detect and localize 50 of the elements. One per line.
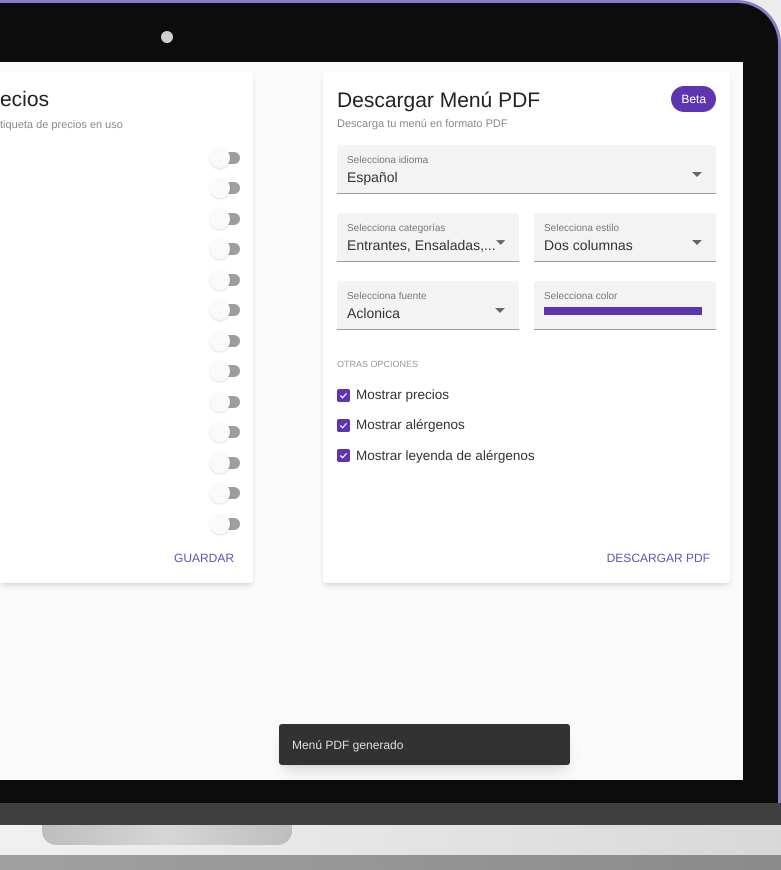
section-label: OTRAS OPCIONES <box>337 358 420 370</box>
beta-badge: Beta <box>671 86 716 112</box>
select-field[interactable]: Selecciona fuente Aclonica <box>337 280 519 330</box>
select-value: Aclonica <box>347 304 400 322</box>
checkbox-label: Mostrar precios <box>356 386 450 404</box>
select-field[interactable]: Selecciona categorías Entrantes, Ensaladas,... <box>337 212 519 262</box>
checkbox-label: Mostrar alérgenos <box>356 416 465 434</box>
toggle-switch[interactable] <box>210 422 240 442</box>
toggle-switch[interactable] <box>210 452 240 472</box>
select-value: Entrantes, Ensaladas,... <box>347 236 496 254</box>
toggle-switch[interactable] <box>210 392 240 412</box>
toggle-switch[interactable] <box>210 148 240 168</box>
card-subtitle: tiqueta de precios en uso <box>0 118 124 133</box>
field-label: Selecciona categorías <box>347 222 446 234</box>
select-value: Español <box>347 168 398 187</box>
card-subtitle: Descarga tu menú en formato PDF <box>337 117 509 132</box>
select-field[interactable]: Selecciona idioma Español <box>337 144 716 194</box>
toggle-switch[interactable] <box>210 300 240 320</box>
checkbox[interactable] <box>337 418 350 432</box>
select-value: Dos columnas <box>544 236 633 254</box>
toggle-switch[interactable] <box>210 270 240 290</box>
color-picker-field[interactable]: Selecciona color <box>534 280 716 330</box>
toggle-switch[interactable] <box>210 330 240 350</box>
snackbar-message: Menú PDF generado <box>292 736 404 754</box>
download-pdf-button[interactable]: DESCARGAR PDF <box>600 547 716 569</box>
field-label: Selecciona estilo <box>544 222 620 234</box>
dropdown-caret-icon <box>495 308 505 312</box>
dropdown-caret-icon <box>692 240 702 244</box>
toggle-switch[interactable] <box>210 178 240 198</box>
toggle-switch[interactable] <box>210 361 240 381</box>
checkbox-label: Mostrar leyenda de alérgenos <box>356 446 535 465</box>
field-label: Selecciona idioma <box>347 154 430 166</box>
dropdown-caret-icon <box>496 240 505 244</box>
toggle-switch[interactable] <box>210 514 240 534</box>
checkbox[interactable] <box>337 388 350 402</box>
checkmark-icon <box>339 451 348 460</box>
checkmark-icon <box>339 420 348 430</box>
toggle-switch[interactable] <box>210 239 240 259</box>
save-button[interactable]: GUARDAR <box>168 547 240 569</box>
camera-icon <box>161 31 173 43</box>
checkmark-icon <box>339 390 348 400</box>
field-label: Selecciona color <box>544 290 618 302</box>
dropdown-caret-icon <box>692 172 702 176</box>
toggle-switch[interactable] <box>210 208 240 228</box>
card-title: Descargar Menú PDF <box>337 88 540 114</box>
select-field[interactable]: Selecciona estilo Dos columnas <box>534 212 716 262</box>
field-label: Selecciona fuente <box>347 290 428 302</box>
card-title: ecios <box>0 87 50 113</box>
checkbox[interactable] <box>337 449 350 462</box>
toggle-switch[interactable] <box>210 483 240 503</box>
